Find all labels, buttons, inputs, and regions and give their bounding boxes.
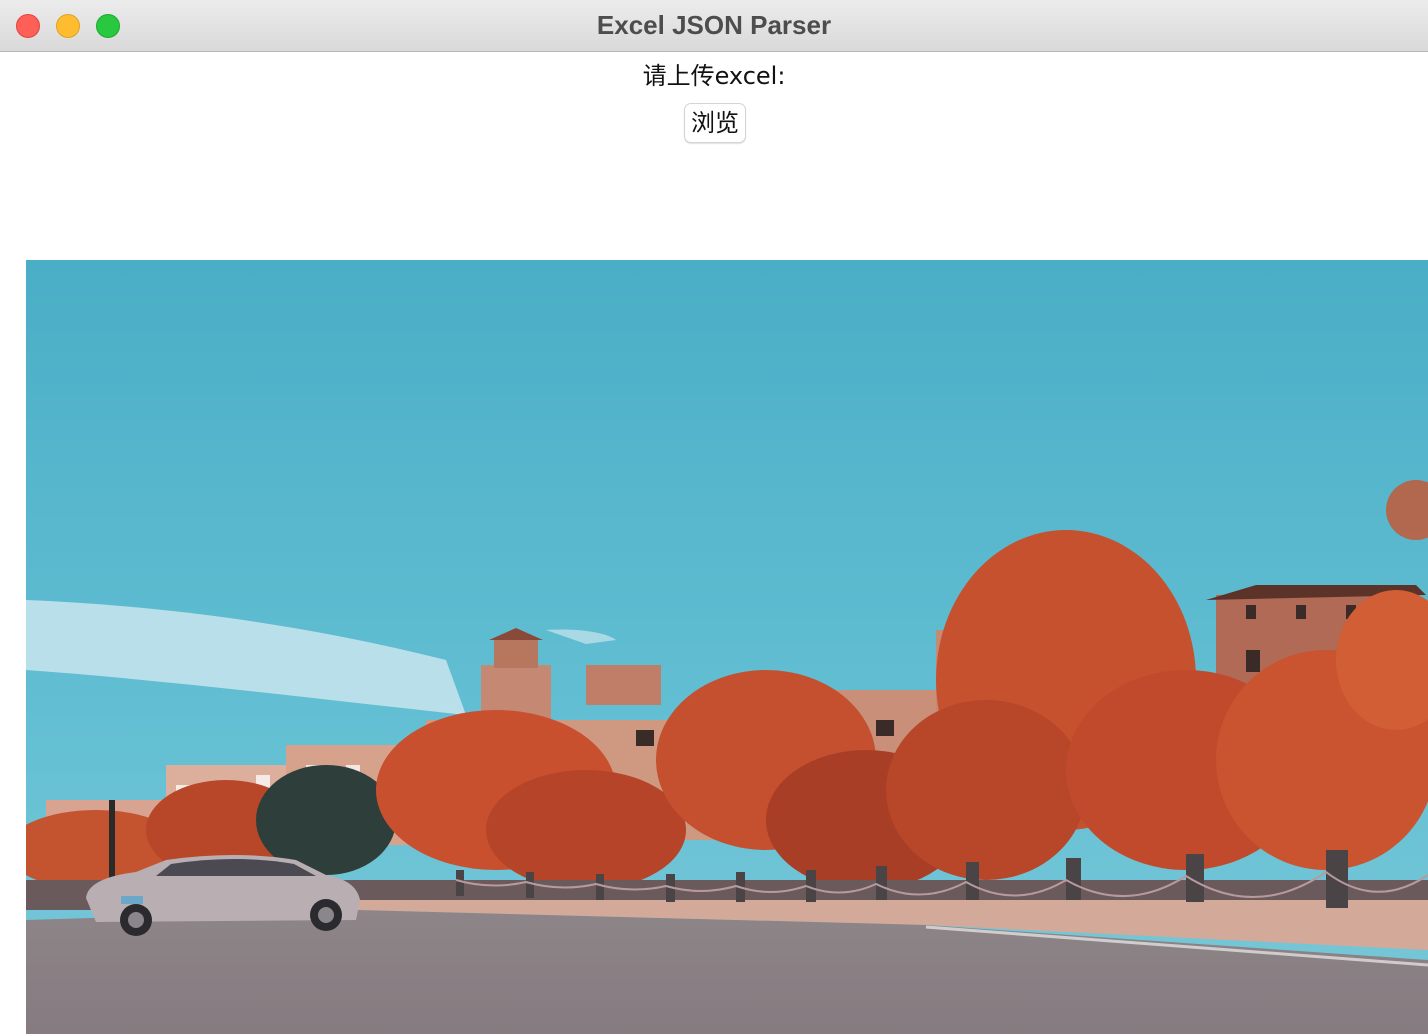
photo-image [26, 260, 1428, 1034]
app-window: Excel JSON Parser 请上传excel: 浏览 [0, 0, 1428, 1034]
title-bar[interactable]: Excel JSON Parser [0, 0, 1428, 52]
browse-button[interactable]: 浏览 [684, 103, 746, 143]
upload-label: 请上传excel: [642, 62, 786, 90]
window-title: Excel JSON Parser [596, 10, 832, 40]
main-content: 请上传excel: 浏览 [0, 52, 1428, 1034]
photo-illustration [26, 260, 1428, 1034]
